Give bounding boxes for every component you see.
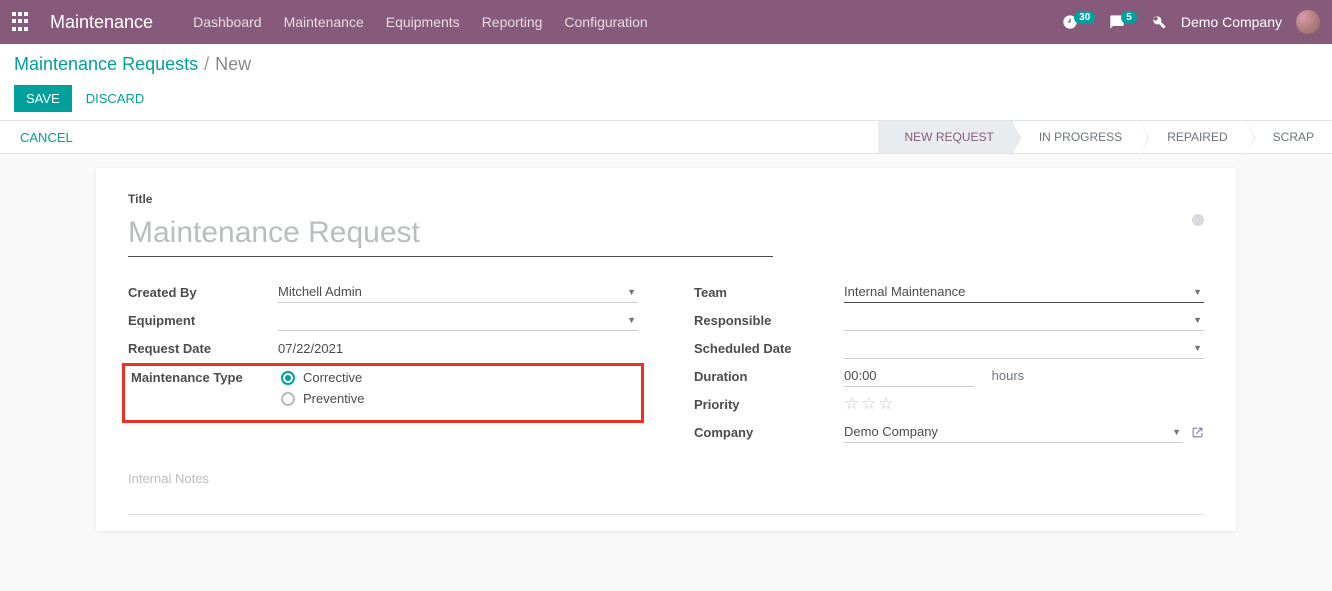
messages-indicator[interactable]: 5 [1109, 14, 1137, 30]
form-col-left: Created By ▼ Equipment ▼ Request Date 07 [128, 279, 638, 447]
priority-star-1[interactable]: ☆ [844, 394, 861, 413]
field-company[interactable] [844, 421, 1183, 443]
sheet-wrapper: Title Created By ▼ Equipment [0, 154, 1332, 551]
priority-star-3[interactable]: ☆ [879, 394, 896, 413]
debug-icon[interactable] [1151, 14, 1167, 30]
nav-links: Dashboard Maintenance Equipments Reporti… [193, 14, 648, 30]
status-scrap[interactable]: SCRAP [1246, 121, 1332, 153]
title-label: Title [128, 192, 1204, 206]
nav-reporting[interactable]: Reporting [482, 14, 543, 30]
field-duration[interactable] [844, 365, 974, 387]
breadcrumb-current: New [215, 54, 251, 75]
messages-count: 5 [1121, 11, 1137, 24]
label-duration: Duration [694, 369, 844, 384]
field-created-by[interactable] [278, 281, 638, 303]
form-col-right: Team ▼ Responsible ▼ Scheduled Date [694, 279, 1204, 447]
title-input[interactable] [128, 212, 773, 257]
control-bar: Maintenance Requests / New SAVE DISCARD [0, 44, 1332, 120]
field-team[interactable] [844, 281, 1204, 303]
field-equipment[interactable] [278, 309, 638, 331]
label-maintenance-type: Maintenance Type [131, 370, 281, 385]
breadcrumb: Maintenance Requests / New [14, 54, 1318, 75]
priority-star-2[interactable]: ☆ [861, 394, 878, 413]
status-repaired[interactable]: REPAIRED [1140, 121, 1245, 153]
brand-title: Maintenance [50, 12, 153, 33]
label-scheduled-date: Scheduled Date [694, 341, 844, 356]
radio-corrective-label: Corrective [303, 370, 362, 385]
highlight-maintenance-type: Maintenance Type Corrective Preventive [122, 363, 644, 423]
cancel-button[interactable]: CANCEL [0, 121, 93, 153]
statusbar-row: CANCEL NEW REQUEST IN PROGRESS REPAIRED … [0, 120, 1332, 154]
label-team: Team [694, 285, 844, 300]
activities-count: 30 [1074, 11, 1095, 24]
nav-equipments[interactable]: Equipments [386, 14, 460, 30]
statusbar: NEW REQUEST IN PROGRESS REPAIRED SCRAP [878, 121, 1332, 153]
field-request-date: 07/22/2021 [278, 341, 343, 356]
label-equipment: Equipment [128, 313, 278, 328]
topbar: Maintenance Dashboard Maintenance Equipm… [0, 0, 1332, 44]
activities-indicator[interactable]: 30 [1062, 14, 1095, 30]
apps-icon[interactable] [12, 12, 32, 32]
form-sheet: Title Created By ▼ Equipment [96, 168, 1236, 531]
field-responsible[interactable] [844, 309, 1204, 331]
notes-section [128, 471, 1204, 515]
label-company: Company [694, 425, 844, 440]
label-request-date: Request Date [128, 341, 278, 356]
duration-unit: hours [992, 368, 1025, 383]
breadcrumb-parent[interactable]: Maintenance Requests [14, 54, 198, 75]
save-button[interactable]: SAVE [14, 85, 72, 112]
label-responsible: Responsible [694, 313, 844, 328]
nav-configuration[interactable]: Configuration [564, 14, 647, 30]
status-new-request[interactable]: NEW REQUEST [878, 121, 1011, 153]
label-created-by: Created By [128, 285, 278, 300]
field-scheduled-date[interactable] [844, 337, 1204, 359]
radio-preventive[interactable] [281, 392, 295, 406]
discard-button[interactable]: DISCARD [86, 91, 145, 106]
kanban-state-dot[interactable] [1192, 214, 1204, 226]
company-switcher[interactable]: Demo Company [1181, 14, 1282, 30]
radio-corrective[interactable] [281, 371, 295, 385]
external-link-icon[interactable] [1191, 426, 1204, 439]
internal-notes-input[interactable] [128, 471, 1204, 486]
radio-preventive-label: Preventive [303, 391, 364, 406]
nav-maintenance[interactable]: Maintenance [284, 14, 364, 30]
user-avatar[interactable] [1296, 10, 1320, 34]
breadcrumb-sep: / [204, 54, 209, 75]
status-in-progress[interactable]: IN PROGRESS [1012, 121, 1140, 153]
nav-dashboard[interactable]: Dashboard [193, 14, 262, 30]
label-priority: Priority [694, 397, 844, 412]
